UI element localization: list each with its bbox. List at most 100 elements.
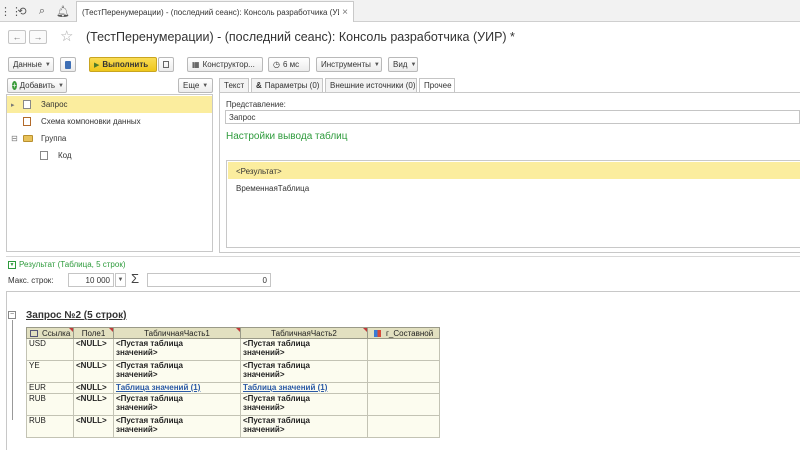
search-icon[interactable]: ⌕ xyxy=(35,4,49,18)
table-cell[interactable]: <Пустая таблица значений> xyxy=(240,338,368,361)
cell-line: значений> xyxy=(243,425,285,434)
add-label: Добавить xyxy=(19,81,56,90)
tab-external-sources[interactable]: Внешние источники (0) xyxy=(325,78,417,93)
document-tab-title: (ТестПеренумерации) - (последний сеанс):… xyxy=(82,7,340,17)
history-icon[interactable]: ⟲ xyxy=(15,4,29,18)
run-button[interactable]: ▶ Выполнить xyxy=(89,57,157,72)
column-header-composite[interactable]: г_Составной xyxy=(367,327,440,339)
chevron-down-icon: ▼ xyxy=(373,61,380,68)
tree-item-code[interactable]: Код xyxy=(7,147,212,164)
table-cell[interactable]: <Пустая таблица значений> xyxy=(240,360,368,383)
timer-button[interactable]: ◷ 6 мс xyxy=(268,57,310,72)
tree-item-dcs[interactable]: Схема компоновки данных xyxy=(7,113,212,130)
table-cell[interactable] xyxy=(367,338,440,361)
table-cell[interactable]: <NULL> xyxy=(73,338,114,361)
column-header-tabpart1[interactable]: ТабличнаяЧасть1 xyxy=(113,327,241,339)
table-cell-link[interactable]: Таблица значений (1) xyxy=(113,382,241,394)
table-cell-link[interactable]: Таблица значений (1) xyxy=(240,382,368,394)
timer-label: 6 мс xyxy=(282,60,300,69)
table-cell[interactable] xyxy=(367,382,440,394)
table-cell[interactable] xyxy=(367,415,440,438)
more-button[interactable]: Еще ▼ xyxy=(178,78,213,93)
tree-item-group[interactable]: ⊟ Группа xyxy=(7,130,212,147)
max-rows-dropdown[interactable]: ▼ xyxy=(115,273,126,287)
table-cell[interactable]: YE xyxy=(26,360,74,383)
group-line xyxy=(12,320,13,420)
tab-other[interactable]: Прочее xyxy=(419,78,455,93)
close-icon[interactable]: × xyxy=(342,7,348,18)
arrow-left-icon: ← xyxy=(12,32,22,42)
column-header-label: Ссылка xyxy=(41,328,71,338)
more-label: Еще xyxy=(183,81,200,90)
table-row[interactable]: RUB <NULL> <Пустая таблица значений> <Пус… xyxy=(26,393,440,416)
constructor-button[interactable]: ▦ Конструктор... xyxy=(187,57,263,72)
tab-parameters[interactable]: & Параметры (0) xyxy=(251,78,323,93)
table-cell[interactable]: <NULL> xyxy=(73,382,114,394)
column-header-label: г_Составной xyxy=(386,328,434,338)
chevron-down-icon: ▼ xyxy=(8,260,16,269)
list-item-temp-table[interactable]: ВременнаяТаблица xyxy=(228,181,800,196)
cell-line: <Пустая таблица xyxy=(243,339,310,348)
table-cell[interactable]: <Пустая таблица значений> xyxy=(113,415,241,438)
presentation-label: Представление: xyxy=(226,100,286,109)
tree-item-label: Схема компоновки данных xyxy=(41,117,141,126)
cell-line: значений> xyxy=(116,403,158,412)
add-button[interactable]: + Добавить ▼ xyxy=(7,78,67,93)
table-cell[interactable] xyxy=(367,393,440,416)
result-header[interactable]: ▼ Результат (Таблица, 5 строк) xyxy=(8,260,125,269)
sort-marker-icon xyxy=(69,328,73,332)
tools-menu-button[interactable]: Инструменты ▼ xyxy=(316,57,382,72)
cell-line: значений> xyxy=(243,348,285,357)
tree-item-query[interactable]: ▸ Запрос xyxy=(7,96,212,113)
chevron-down-icon: ▼ xyxy=(117,277,124,283)
bell-icon[interactable]: 🔔︎ xyxy=(56,4,70,18)
column-header-tabpart2[interactable]: ТабличнаяЧасть2 xyxy=(240,327,368,339)
table-cell[interactable]: <NULL> xyxy=(73,415,114,438)
chevron-down-icon: ▼ xyxy=(58,82,64,89)
cell-line: значений> xyxy=(116,425,158,434)
table-cell[interactable]: EUR xyxy=(26,382,74,394)
tab-label: Параметры (0) xyxy=(264,81,320,90)
console-button[interactable] xyxy=(158,57,174,72)
result-table: Ссылка Поле1 ТабличнаяЧасть1 ТабличнаяЧа… xyxy=(26,327,440,438)
folder-icon xyxy=(23,135,33,142)
collapse-group-icon[interactable]: − xyxy=(8,311,16,319)
sum-field[interactable]: 0 xyxy=(147,273,271,287)
list-item-result[interactable]: <Результат> xyxy=(228,162,800,179)
table-cell[interactable]: <NULL> xyxy=(73,360,114,383)
table-row[interactable]: USD <NULL> <Пустая таблица значений> <Пус… xyxy=(26,338,440,361)
view-menu-button[interactable]: Вид ▼ xyxy=(388,57,418,72)
table-cell[interactable]: <Пустая таблица значений> xyxy=(240,393,368,416)
table-row[interactable]: EUR <NULL> Таблица значений (1) Таблица … xyxy=(26,382,440,394)
table-cell[interactable]: <Пустая таблица значений> xyxy=(113,393,241,416)
table-cell[interactable]: RUB xyxy=(26,393,74,416)
table-cell[interactable]: RUB xyxy=(26,415,74,438)
star-icon[interactable]: ☆ xyxy=(60,27,73,45)
sort-marker-icon xyxy=(236,328,240,332)
max-rows-input[interactable]: 10 000 xyxy=(68,273,114,287)
table-cell[interactable]: USD xyxy=(26,338,74,361)
table-cell[interactable]: <Пустая таблица значений> xyxy=(113,360,241,383)
collapse-icon: ⊟ xyxy=(11,134,18,143)
forward-button[interactable]: → xyxy=(29,30,47,44)
sum-icon: Σ xyxy=(131,271,140,286)
data-menu-button[interactable]: Данные ▼ xyxy=(8,57,54,72)
table-cell[interactable] xyxy=(367,360,440,383)
column-header-field1[interactable]: Поле1 xyxy=(73,327,114,339)
table-cell[interactable]: <Пустая таблица значений> xyxy=(240,415,368,438)
constructor-icon: ▦ xyxy=(192,60,200,69)
table-row[interactable]: YE <NULL> <Пустая таблица значений> <Пуст… xyxy=(26,360,440,383)
table-row[interactable]: RUB <NULL> <Пустая таблица значений> <Пус… xyxy=(26,415,440,438)
divider xyxy=(6,256,800,257)
result-header-label: Результат (Таблица, 5 строк) xyxy=(19,260,126,269)
tab-text[interactable]: Текст xyxy=(219,78,249,93)
table-cell[interactable]: <NULL> xyxy=(73,393,114,416)
document-tab[interactable]: (ТестПеренумерации) - (последний сеанс):… xyxy=(76,1,354,22)
query-title: Запрос №2 (5 строк) xyxy=(26,310,127,321)
save-button[interactable] xyxy=(60,57,76,72)
column-header-ref[interactable]: Ссылка xyxy=(26,327,74,339)
presentation-input[interactable]: Запрос xyxy=(225,110,800,124)
back-button[interactable]: ← xyxy=(8,30,26,44)
table-cell[interactable]: <Пустая таблица значений> xyxy=(113,338,241,361)
cell-line: <Пустая таблица xyxy=(243,416,310,425)
